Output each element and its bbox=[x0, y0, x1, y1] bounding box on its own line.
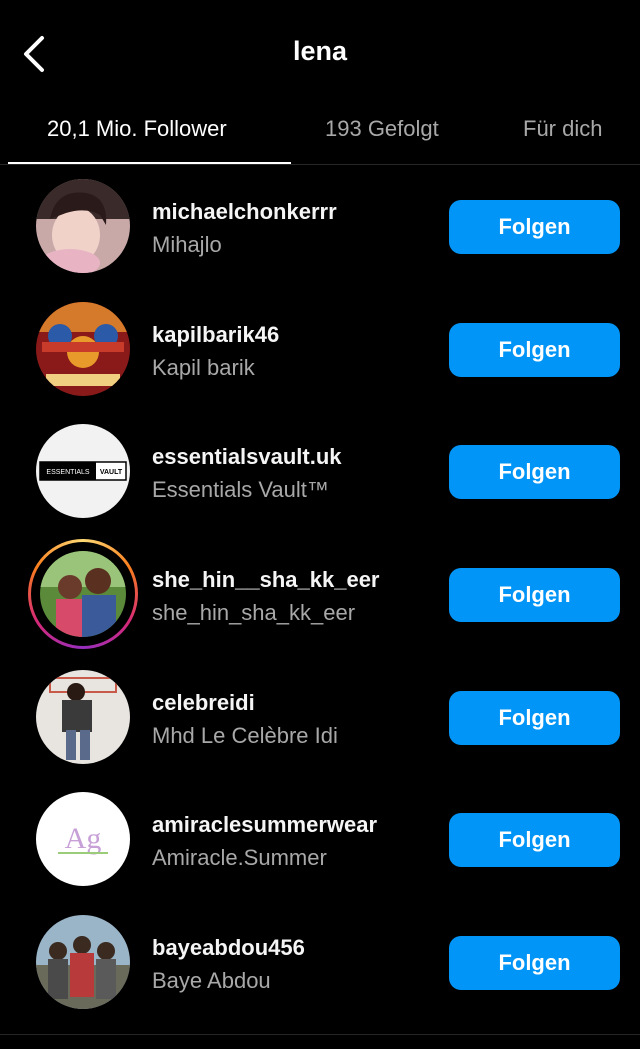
tab-following[interactable]: 193 Gefolgt bbox=[325, 116, 439, 142]
full-name: Essentials Vault™ bbox=[152, 477, 329, 503]
follow-button[interactable]: Folgen bbox=[449, 813, 620, 868]
username[interactable]: bayeabdou456 bbox=[152, 935, 305, 961]
logo-text: Ag bbox=[65, 822, 102, 855]
full-name: she_hin_sha_kk_eer bbox=[152, 600, 356, 626]
tab-bar: 20,1 Mio. Follower 193 Gefolgt Für dich bbox=[0, 100, 640, 165]
follow-button[interactable]: Folgen bbox=[449, 936, 620, 991]
username[interactable]: she_hin__sha_kk_eer bbox=[152, 567, 380, 593]
tab-for-you[interactable]: Für dich bbox=[523, 116, 602, 142]
follow-button[interactable]: Folgen bbox=[449, 568, 620, 623]
full-name: Mihajlo bbox=[152, 232, 222, 257]
follower-list: michaelchonkerrr Mihajlo Folgen kapilbar… bbox=[0, 165, 640, 1024]
page-title: lena bbox=[292, 36, 348, 66]
username[interactable]: kapilbarik46 bbox=[152, 322, 279, 348]
full-name: Amiracle.Summer bbox=[152, 845, 327, 871]
avatar[interactable]: Ag bbox=[36, 792, 130, 887]
list-item[interactable]: michaelchonkerrr Mihajlo Folgen bbox=[0, 165, 640, 288]
avatar[interactable] bbox=[36, 301, 130, 396]
list-item[interactable]: ESSENTIALS VAULT essentialsvault.uk Esse… bbox=[0, 410, 640, 533]
list-item[interactable]: celebreidi Mhd Le Celèbre Idi Folgen bbox=[0, 656, 640, 779]
divider bbox=[0, 1034, 640, 1035]
follow-button[interactable]: Folgen bbox=[449, 200, 620, 254]
logo-text-left: ESSENTIALS bbox=[46, 469, 90, 476]
list-item[interactable]: she_hin__sha_kk_eer she_hin_sha_kk_eer F… bbox=[0, 533, 640, 656]
tab-followers[interactable]: 20,1 Mio. Follower bbox=[47, 116, 227, 142]
avatar[interactable] bbox=[36, 669, 130, 764]
top-bar: lena bbox=[0, 0, 640, 100]
follow-button[interactable]: Folgen bbox=[449, 690, 620, 745]
username[interactable]: essentialsvault.uk bbox=[152, 444, 342, 470]
list-item[interactable]: Ag amiraclesummerwear Amiracle.Summer Fo… bbox=[0, 778, 640, 901]
username[interactable]: celebreidi bbox=[152, 690, 255, 716]
follow-button[interactable]: Folgen bbox=[449, 445, 620, 500]
full-name: Baye Abdou bbox=[152, 968, 271, 994]
avatar[interactable] bbox=[40, 551, 126, 638]
username[interactable]: michaelchonkerrr bbox=[152, 199, 337, 225]
avatar[interactable] bbox=[36, 915, 130, 1010]
logo-text-right: VAULT bbox=[100, 469, 123, 476]
follow-button[interactable]: Folgen bbox=[449, 322, 620, 377]
full-name: Kapil barik bbox=[152, 354, 255, 380]
avatar[interactable]: ESSENTIALS VAULT bbox=[36, 424, 130, 519]
full-name: Mhd Le Celèbre Idi bbox=[152, 722, 338, 748]
avatar[interactable] bbox=[36, 179, 130, 273]
username[interactable]: amiraclesummerwear bbox=[152, 812, 377, 838]
list-item[interactable]: bayeabdou456 Baye Abdou Folgen bbox=[0, 901, 640, 1024]
active-tab-indicator bbox=[8, 162, 291, 164]
list-item[interactable]: kapilbarik46 Kapil barik Folgen bbox=[0, 288, 640, 411]
